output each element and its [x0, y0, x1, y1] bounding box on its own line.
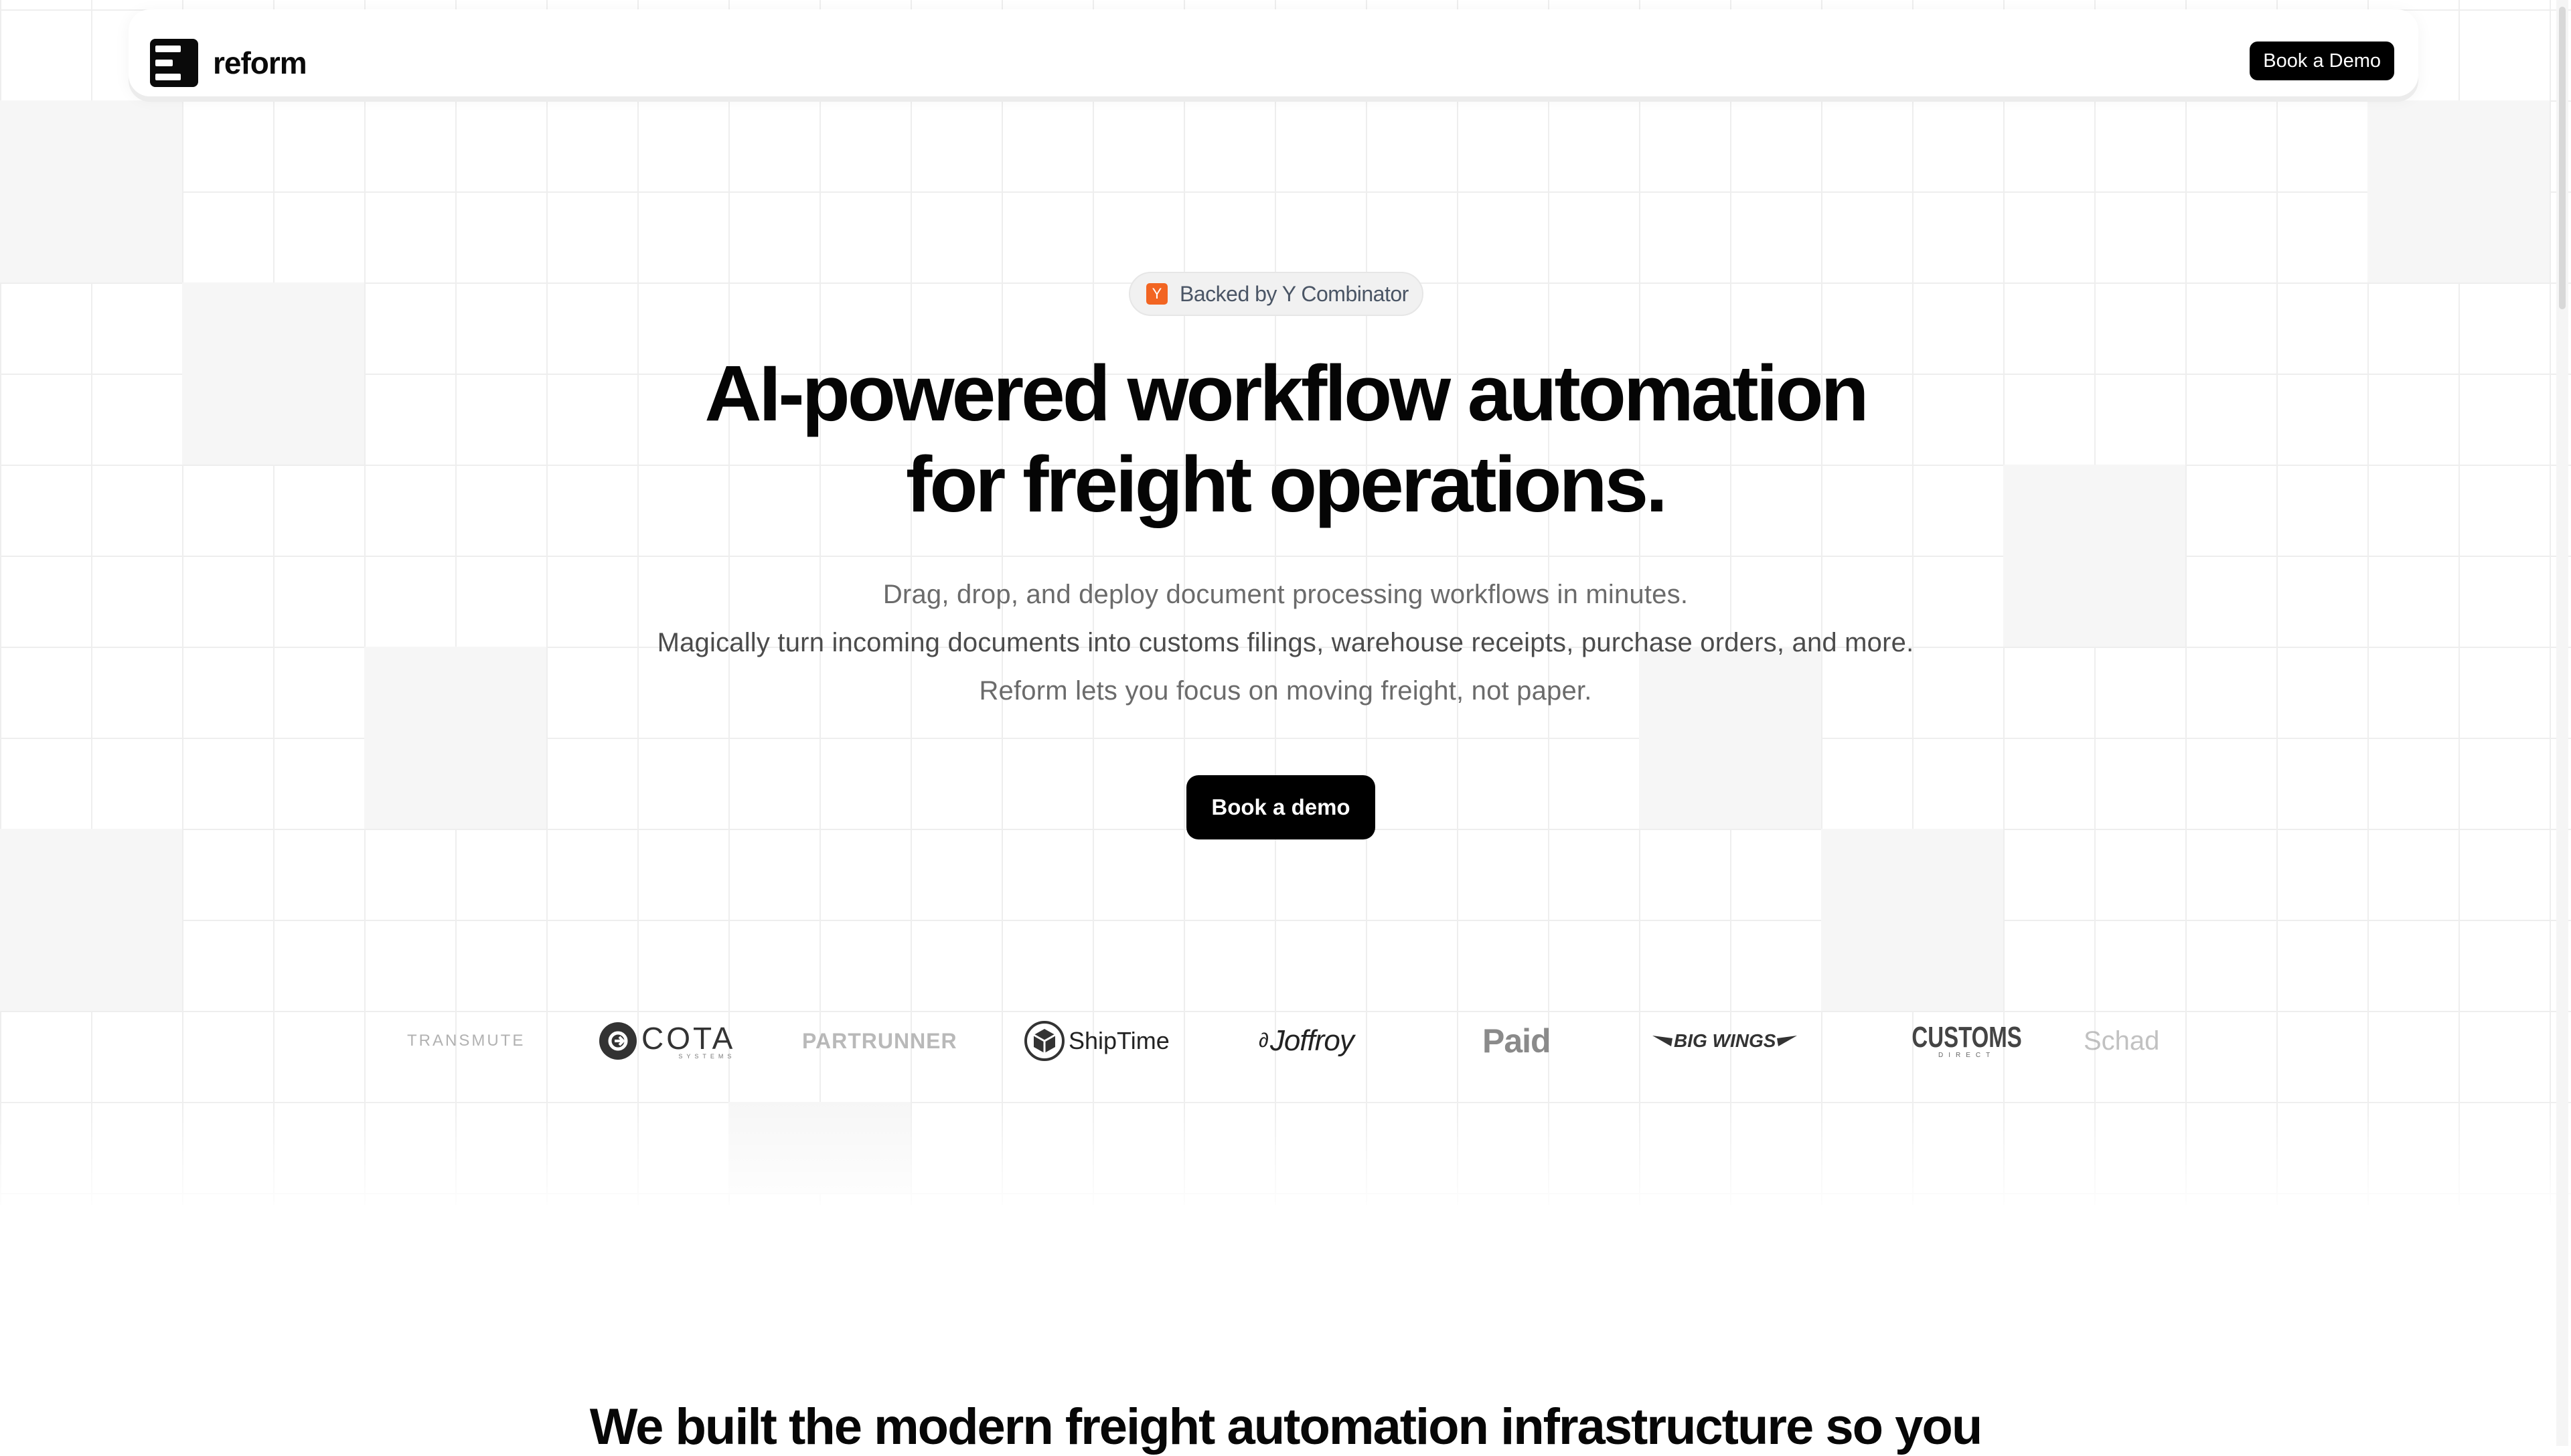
- joffroy-logo: ∂ Joffroy: [1259, 1024, 1354, 1057]
- grid-tile: [0, 920, 91, 1011]
- y-combinator-icon: Y: [1146, 283, 1168, 305]
- customer-logo-strip: TRANSMUTE COTA SYSTEMS PARTRUNNER ShipTi…: [0, 1004, 2571, 1078]
- grid-tile: [0, 100, 91, 191]
- grid-tile: [2367, 191, 2459, 282]
- section-heading: We built the modern freight automation i…: [589, 1398, 1983, 1455]
- transmute-logo: TRANSMUTE: [407, 1032, 526, 1050]
- grid-tile: [91, 100, 182, 191]
- hero-subtitle-line2: Magically turn incoming documents into c…: [657, 628, 1914, 657]
- schad-logo: Schad: [2084, 1026, 2160, 1056]
- hero-subtitle-line1: Drag, drop, and deploy document processi…: [882, 580, 1689, 609]
- top-navbar: reform Book a Demo: [129, 9, 2418, 96]
- cota-logo: COTA SYSTEMS: [599, 1004, 735, 1078]
- grid-tile: [2459, 191, 2550, 282]
- grid-tile: [0, 191, 91, 282]
- grid-tile: [1912, 829, 2003, 920]
- grid-tile: [1730, 738, 1821, 829]
- book-demo-hero-button[interactable]: Book a demo: [1186, 775, 1375, 839]
- grid-tile: [364, 738, 455, 829]
- grid-fade: [0, 1098, 2571, 1218]
- big-wings-logo: BIG WINGS: [1652, 1004, 1798, 1078]
- grid-tile: [2459, 100, 2550, 191]
- page-scrollbar[interactable]: [2556, 0, 2568, 1446]
- hero-title-line1: AI-powered workflow automation: [704, 349, 1869, 438]
- grid-tile: [455, 738, 546, 829]
- grid-tile: [1821, 829, 1912, 920]
- grid-tile: [91, 829, 182, 920]
- brand-name: reform: [213, 46, 307, 80]
- grid-tile: [2367, 100, 2459, 191]
- reform-logo-icon: [150, 39, 198, 87]
- grid-tile: [91, 191, 182, 282]
- grid-tile: [1912, 920, 2003, 1011]
- shiptime-box-icon: [1024, 1021, 1065, 1061]
- hero-title: AI-powered workflow automation for freig…: [0, 348, 2571, 530]
- left-wing-icon: [1652, 1036, 1672, 1046]
- shiptime-logo: ShipTime: [1024, 1004, 1170, 1078]
- grid-tile: [1639, 738, 1730, 829]
- customs-direct-logo: CUSTOMS DIRECT: [1912, 1021, 2022, 1059]
- cota-circle-icon: [599, 1022, 637, 1060]
- grid-tile: [91, 920, 182, 1011]
- grid-tile: [0, 829, 91, 920]
- yc-badge: Y Backed by Y Combinator: [1129, 272, 1423, 316]
- brand-link[interactable]: reform: [150, 39, 307, 87]
- hero-subtitle: Drag, drop, and deploy document processi…: [0, 570, 2571, 715]
- hero-subtitle-line3: Reform lets you focus on moving freight,…: [979, 676, 1592, 706]
- scrollbar-thumb[interactable]: [2559, 7, 2566, 309]
- badge-text: Backed by Y Combinator: [1180, 281, 1409, 306]
- partrunner-logo: PARTRUNNER: [802, 1028, 957, 1053]
- paid-logo: Paid: [1482, 1022, 1551, 1060]
- grid-tile: [1821, 920, 1912, 1011]
- right-wing-icon: [1777, 1036, 1798, 1046]
- book-demo-nav-button[interactable]: Book a Demo: [2250, 42, 2394, 80]
- hero-title-line2: for freight operations.: [906, 440, 1668, 529]
